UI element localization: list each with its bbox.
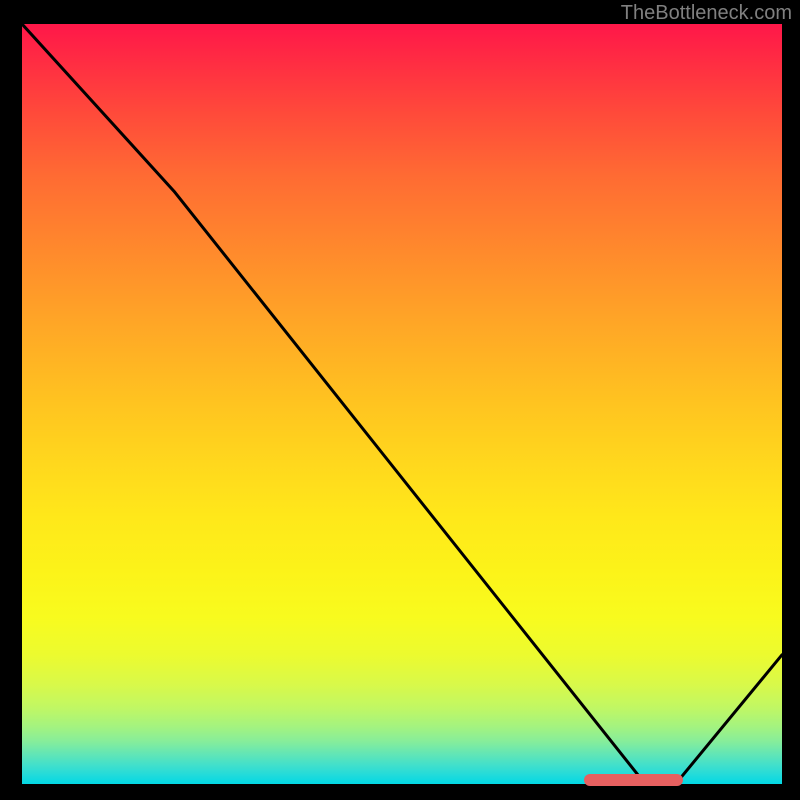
attribution-text: TheBottleneck.com xyxy=(621,2,792,25)
chart-container: TheBottleneck.com xyxy=(0,0,800,800)
bottleneck-curve xyxy=(22,24,782,784)
optimum-marker xyxy=(584,774,683,786)
plot-area xyxy=(22,24,782,784)
